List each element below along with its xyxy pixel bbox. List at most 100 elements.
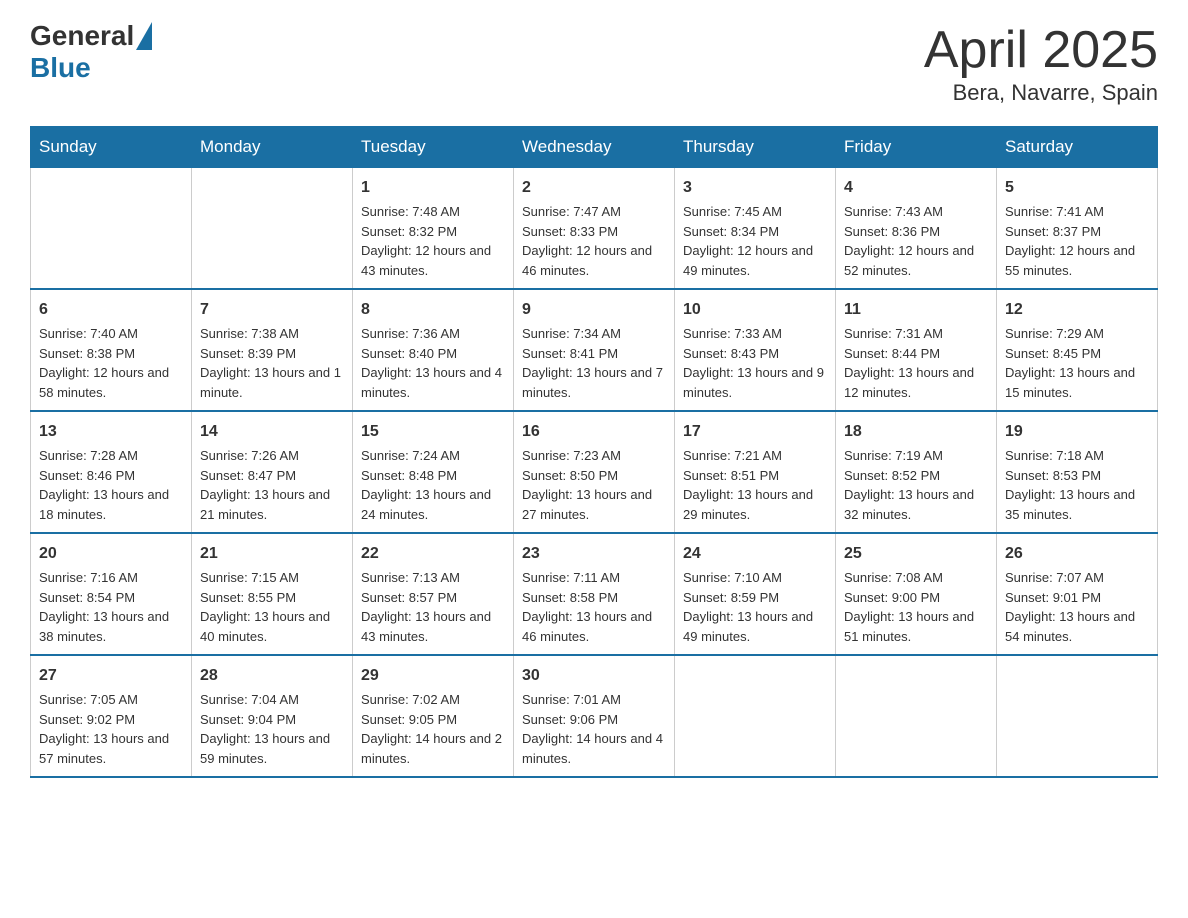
cell-w4-d5: 25Sunrise: 7:08 AMSunset: 9:00 PMDayligh… — [836, 533, 997, 655]
cell-w5-d2: 29Sunrise: 7:02 AMSunset: 9:05 PMDayligh… — [353, 655, 514, 777]
day-info: Sunrise: 7:33 AMSunset: 8:43 PMDaylight:… — [683, 324, 827, 402]
day-number: 10 — [683, 298, 827, 322]
day-info: Sunrise: 7:13 AMSunset: 8:57 PMDaylight:… — [361, 568, 505, 646]
logo: General Blue — [30, 20, 152, 84]
day-number: 5 — [1005, 176, 1149, 200]
day-number: 24 — [683, 542, 827, 566]
cell-w4-d4: 24Sunrise: 7:10 AMSunset: 8:59 PMDayligh… — [675, 533, 836, 655]
day-number: 13 — [39, 420, 183, 444]
day-info: Sunrise: 7:41 AMSunset: 8:37 PMDaylight:… — [1005, 202, 1149, 280]
cell-w4-d2: 22Sunrise: 7:13 AMSunset: 8:57 PMDayligh… — [353, 533, 514, 655]
day-info: Sunrise: 7:23 AMSunset: 8:50 PMDaylight:… — [522, 446, 666, 524]
title-block: April 2025 Bera, Navarre, Spain — [924, 20, 1158, 106]
cell-w1-d5: 4Sunrise: 7:43 AMSunset: 8:36 PMDaylight… — [836, 168, 997, 290]
header-thursday: Thursday — [675, 127, 836, 168]
day-number: 18 — [844, 420, 988, 444]
day-number: 25 — [844, 542, 988, 566]
day-info: Sunrise: 7:36 AMSunset: 8:40 PMDaylight:… — [361, 324, 505, 402]
day-number: 20 — [39, 542, 183, 566]
cell-w3-d1: 14Sunrise: 7:26 AMSunset: 8:47 PMDayligh… — [192, 411, 353, 533]
cell-w5-d6 — [997, 655, 1158, 777]
header-friday: Friday — [836, 127, 997, 168]
day-number: 12 — [1005, 298, 1149, 322]
day-info: Sunrise: 7:26 AMSunset: 8:47 PMDaylight:… — [200, 446, 344, 524]
cell-w2-d6: 12Sunrise: 7:29 AMSunset: 8:45 PMDayligh… — [997, 289, 1158, 411]
cell-w2-d3: 9Sunrise: 7:34 AMSunset: 8:41 PMDaylight… — [514, 289, 675, 411]
day-number: 19 — [1005, 420, 1149, 444]
header-sunday: Sunday — [31, 127, 192, 168]
day-info: Sunrise: 7:29 AMSunset: 8:45 PMDaylight:… — [1005, 324, 1149, 402]
day-info: Sunrise: 7:47 AMSunset: 8:33 PMDaylight:… — [522, 202, 666, 280]
day-number: 14 — [200, 420, 344, 444]
day-number: 17 — [683, 420, 827, 444]
cell-w1-d1 — [192, 168, 353, 290]
day-number: 1 — [361, 176, 505, 200]
cell-w5-d5 — [836, 655, 997, 777]
day-info: Sunrise: 7:24 AMSunset: 8:48 PMDaylight:… — [361, 446, 505, 524]
logo-triangle-icon — [136, 22, 152, 50]
logo-general-text: General — [30, 20, 134, 52]
cell-w3-d4: 17Sunrise: 7:21 AMSunset: 8:51 PMDayligh… — [675, 411, 836, 533]
day-number: 6 — [39, 298, 183, 322]
day-number: 8 — [361, 298, 505, 322]
day-number: 30 — [522, 664, 666, 688]
cell-w3-d2: 15Sunrise: 7:24 AMSunset: 8:48 PMDayligh… — [353, 411, 514, 533]
month-title: April 2025 — [924, 20, 1158, 80]
day-info: Sunrise: 7:21 AMSunset: 8:51 PMDaylight:… — [683, 446, 827, 524]
day-info: Sunrise: 7:11 AMSunset: 8:58 PMDaylight:… — [522, 568, 666, 646]
cell-w2-d2: 8Sunrise: 7:36 AMSunset: 8:40 PMDaylight… — [353, 289, 514, 411]
day-info: Sunrise: 7:10 AMSunset: 8:59 PMDaylight:… — [683, 568, 827, 646]
day-info: Sunrise: 7:34 AMSunset: 8:41 PMDaylight:… — [522, 324, 666, 402]
day-info: Sunrise: 7:15 AMSunset: 8:55 PMDaylight:… — [200, 568, 344, 646]
day-number: 3 — [683, 176, 827, 200]
day-number: 4 — [844, 176, 988, 200]
day-info: Sunrise: 7:48 AMSunset: 8:32 PMDaylight:… — [361, 202, 505, 280]
cell-w5-d4 — [675, 655, 836, 777]
day-number: 2 — [522, 176, 666, 200]
day-info: Sunrise: 7:40 AMSunset: 8:38 PMDaylight:… — [39, 324, 183, 402]
location-title: Bera, Navarre, Spain — [924, 80, 1158, 106]
cell-w4-d1: 21Sunrise: 7:15 AMSunset: 8:55 PMDayligh… — [192, 533, 353, 655]
week-row-2: 6Sunrise: 7:40 AMSunset: 8:38 PMDaylight… — [31, 289, 1158, 411]
header-monday: Monday — [192, 127, 353, 168]
day-info: Sunrise: 7:02 AMSunset: 9:05 PMDaylight:… — [361, 690, 505, 768]
day-number: 27 — [39, 664, 183, 688]
cell-w4-d6: 26Sunrise: 7:07 AMSunset: 9:01 PMDayligh… — [997, 533, 1158, 655]
cell-w2-d5: 11Sunrise: 7:31 AMSunset: 8:44 PMDayligh… — [836, 289, 997, 411]
weekday-header-row: Sunday Monday Tuesday Wednesday Thursday… — [31, 127, 1158, 168]
cell-w1-d4: 3Sunrise: 7:45 AMSunset: 8:34 PMDaylight… — [675, 168, 836, 290]
day-info: Sunrise: 7:04 AMSunset: 9:04 PMDaylight:… — [200, 690, 344, 768]
day-number: 9 — [522, 298, 666, 322]
day-info: Sunrise: 7:08 AMSunset: 9:00 PMDaylight:… — [844, 568, 988, 646]
cell-w3-d5: 18Sunrise: 7:19 AMSunset: 8:52 PMDayligh… — [836, 411, 997, 533]
day-info: Sunrise: 7:31 AMSunset: 8:44 PMDaylight:… — [844, 324, 988, 402]
day-info: Sunrise: 7:38 AMSunset: 8:39 PMDaylight:… — [200, 324, 344, 402]
cell-w3-d0: 13Sunrise: 7:28 AMSunset: 8:46 PMDayligh… — [31, 411, 192, 533]
week-row-5: 27Sunrise: 7:05 AMSunset: 9:02 PMDayligh… — [31, 655, 1158, 777]
cell-w3-d6: 19Sunrise: 7:18 AMSunset: 8:53 PMDayligh… — [997, 411, 1158, 533]
day-number: 22 — [361, 542, 505, 566]
day-info: Sunrise: 7:19 AMSunset: 8:52 PMDaylight:… — [844, 446, 988, 524]
cell-w4-d0: 20Sunrise: 7:16 AMSunset: 8:54 PMDayligh… — [31, 533, 192, 655]
day-info: Sunrise: 7:16 AMSunset: 8:54 PMDaylight:… — [39, 568, 183, 646]
cell-w2-d0: 6Sunrise: 7:40 AMSunset: 8:38 PMDaylight… — [31, 289, 192, 411]
page-header: General Blue April 2025 Bera, Navarre, S… — [30, 20, 1158, 106]
cell-w1-d2: 1Sunrise: 7:48 AMSunset: 8:32 PMDaylight… — [353, 168, 514, 290]
header-saturday: Saturday — [997, 127, 1158, 168]
week-row-1: 1Sunrise: 7:48 AMSunset: 8:32 PMDaylight… — [31, 168, 1158, 290]
day-number: 29 — [361, 664, 505, 688]
cell-w1-d3: 2Sunrise: 7:47 AMSunset: 8:33 PMDaylight… — [514, 168, 675, 290]
day-number: 11 — [844, 298, 988, 322]
day-number: 26 — [1005, 542, 1149, 566]
day-number: 15 — [361, 420, 505, 444]
day-info: Sunrise: 7:45 AMSunset: 8:34 PMDaylight:… — [683, 202, 827, 280]
logo-blue-text: Blue — [30, 52, 91, 84]
cell-w5-d0: 27Sunrise: 7:05 AMSunset: 9:02 PMDayligh… — [31, 655, 192, 777]
day-number: 28 — [200, 664, 344, 688]
calendar-table: Sunday Monday Tuesday Wednesday Thursday… — [30, 126, 1158, 778]
cell-w2-d4: 10Sunrise: 7:33 AMSunset: 8:43 PMDayligh… — [675, 289, 836, 411]
day-info: Sunrise: 7:07 AMSunset: 9:01 PMDaylight:… — [1005, 568, 1149, 646]
cell-w4-d3: 23Sunrise: 7:11 AMSunset: 8:58 PMDayligh… — [514, 533, 675, 655]
day-info: Sunrise: 7:43 AMSunset: 8:36 PMDaylight:… — [844, 202, 988, 280]
day-number: 16 — [522, 420, 666, 444]
